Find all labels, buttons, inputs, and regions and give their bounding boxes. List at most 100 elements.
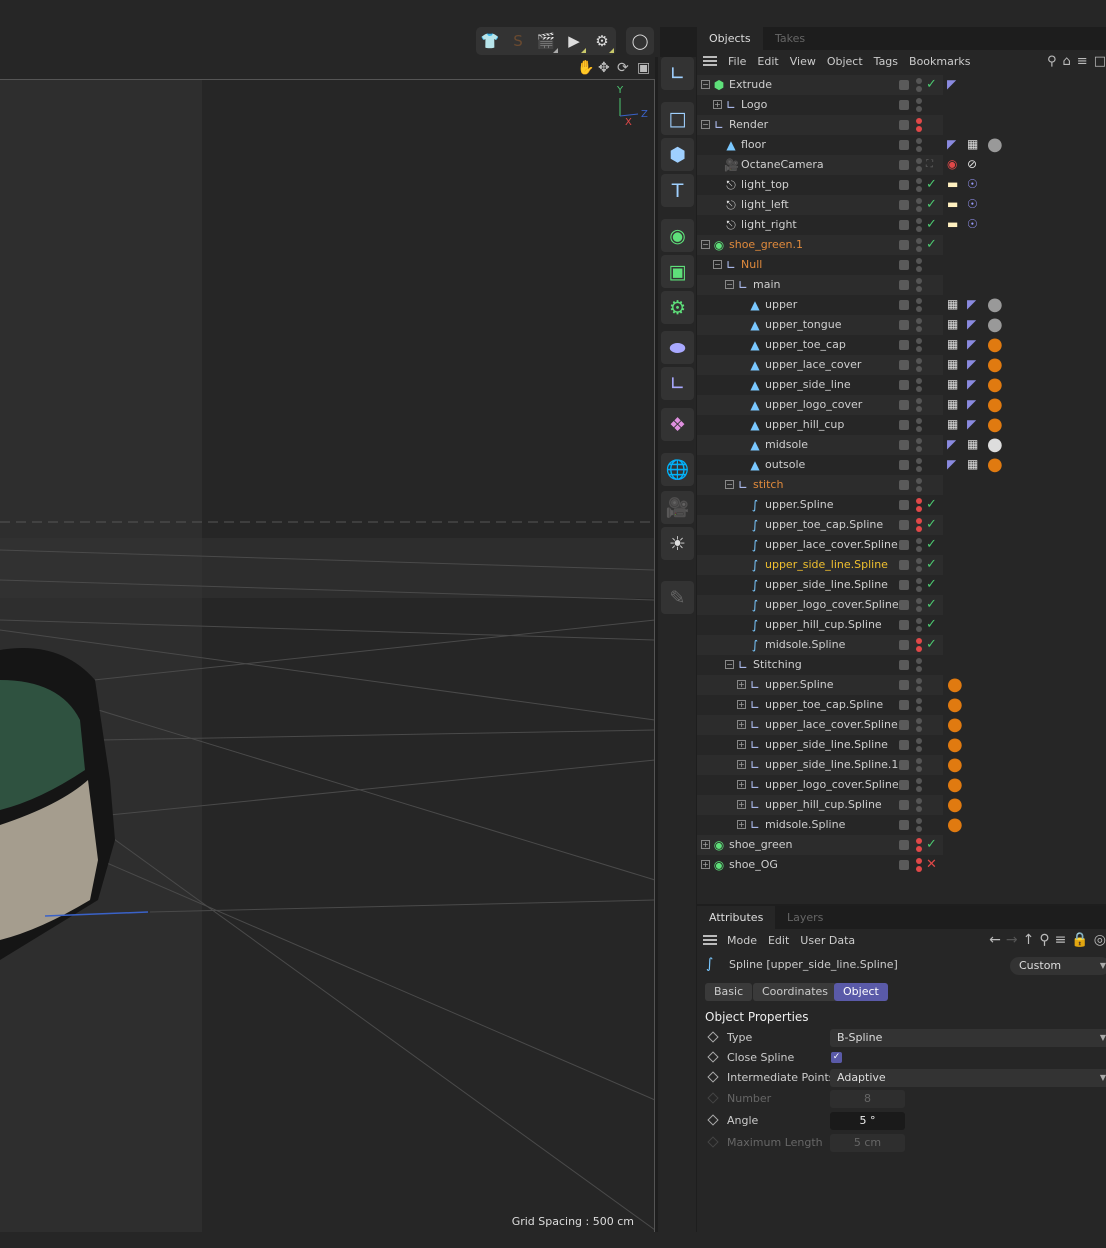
material-orange-icon[interactable]: ● [947,816,963,834]
object-row[interactable]: ▲ midsole ◤ ▦ ● [697,435,1106,455]
layer-edit-icon[interactable] [899,360,909,370]
layer-edit-icon[interactable] [899,200,909,210]
object-row[interactable]: ▲ upper_logo_cover ▦ ◤ ● [697,395,1106,415]
layer-edit-icon[interactable] [899,780,909,790]
editor-visibility-dot[interactable] [916,738,922,744]
material-gray-icon[interactable]: ● [987,316,1003,334]
object-row[interactable]: ∫ upper_toe_cap.Spline ✓ [697,515,1106,535]
render-visibility-dot[interactable] [916,426,922,432]
light-tag-icon[interactable]: ▬ [947,177,962,192]
layer-edit-icon[interactable] [899,600,909,610]
phong-tag-icon[interactable]: ◤ [967,297,982,312]
layer-edit-icon[interactable] [899,340,909,350]
render-visibility-dot[interactable] [916,166,922,172]
render-visibility-dot[interactable] [916,786,922,792]
collapse-icon[interactable]: − [701,80,710,89]
camera-tag-icon[interactable]: ◉ [947,157,962,172]
expand-icon[interactable]: + [737,800,746,809]
object-row[interactable]: ▲ upper_lace_cover ▦ ◤ ● [697,355,1106,375]
collapse-icon[interactable]: − [725,480,734,489]
layer-edit-icon[interactable] [899,420,909,430]
render-visibility-dot[interactable] [916,486,922,492]
enabled-check-icon[interactable]: ✓ [926,176,937,194]
menu-file[interactable]: File [728,55,746,68]
maximize-icon[interactable]: ▣ [637,60,650,76]
editor-visibility-dot[interactable] [916,318,922,324]
phong-tag-icon[interactable]: ◤ [967,357,982,372]
material-gray-icon[interactable]: ● [987,136,1003,154]
render-visibility-dot[interactable] [916,386,922,392]
editor-visibility-dot[interactable] [916,758,922,764]
object-row[interactable]: ▲ upper_hill_cup ▦ ◤ ● [697,415,1106,435]
layer-edit-icon[interactable] [899,840,909,850]
object-row[interactable]: 🎥 OctaneCamera ⛶ ◉ ⊘ [697,155,1106,175]
expand-icon[interactable]: + [737,760,746,769]
material-gray-icon[interactable]: ● [987,296,1003,314]
tab-objects[interactable]: Objects [697,27,763,50]
collapse-icon[interactable]: − [725,280,734,289]
hamburger-menu-icon[interactable] [703,56,717,66]
render-visibility-dot[interactable] [916,446,922,452]
render-visibility-dot[interactable] [916,246,922,252]
object-row[interactable]: ∫ upper_hill_cup.Spline ✓ [697,615,1106,635]
max-length-field[interactable]: 5 cm [830,1134,905,1152]
search-icon[interactable]: ⚲ [1047,54,1057,69]
editor-visibility-dot[interactable] [916,678,922,684]
object-row[interactable]: ⎋ light_right ✓ ▬ ☉ [697,215,1106,235]
expand-icon[interactable]: + [713,100,722,109]
editor-visibility-dot[interactable] [916,798,922,804]
render-visibility-dot[interactable] [916,566,922,572]
editor-visibility-dot[interactable] [916,418,922,424]
object-row[interactable]: ∫ upper_side_line.Spline ✓ [697,555,1106,575]
render-visibility-dot[interactable] [916,706,922,712]
cube-icon[interactable]: ⬢ [661,138,694,171]
render-visibility-dot[interactable] [916,146,922,152]
render-picture-viewer-icon[interactable]: ▶ [560,27,588,55]
object-row[interactable]: ∫ upper_side_line.Spline ✓ [697,575,1106,595]
render-visibility-dot[interactable] [916,466,922,472]
camera-icon[interactable]: 🎥 [661,491,694,524]
editor-visibility-dot[interactable] [916,538,922,544]
editor-visibility-dot[interactable] [916,438,922,444]
material-orange-icon[interactable]: ● [947,756,963,774]
layer-edit-icon[interactable] [899,700,909,710]
render-visibility-dot[interactable] [916,366,922,372]
3d-viewport[interactable]: Y Z X Grid Spacing : 500 cm [0,80,655,1232]
editor-visibility-dot[interactable] [916,178,922,184]
checker-tag-icon[interactable]: ▦ [947,317,962,332]
enabled-check-icon[interactable]: ✓ [926,596,937,614]
forward-arrow-icon[interactable]: → [1006,932,1018,948]
shirt-icon[interactable]: 👕 [476,27,504,55]
editor-visibility-dot[interactable] [916,278,922,284]
object-row[interactable]: + ∟ upper_lace_cover.Spline ● [697,715,1106,735]
editor-visibility-dot[interactable] [916,258,922,264]
layer-edit-icon[interactable] [899,460,909,470]
layer-edit-icon[interactable] [899,620,909,630]
render-settings-icon[interactable]: ⚙ [588,27,616,55]
render-visibility-dot[interactable] [916,126,922,132]
editor-visibility-dot[interactable] [916,458,922,464]
layer-edit-icon[interactable] [899,540,909,550]
home-icon[interactable]: ⌂ [1063,54,1071,69]
layer-edit-icon[interactable] [899,720,909,730]
render-visibility-dot[interactable] [916,606,922,612]
editor-visibility-dot[interactable] [916,78,922,84]
enabled-check-icon[interactable]: ✓ [926,496,937,514]
checker-tag-icon[interactable]: ▦ [947,297,962,312]
editor-visibility-dot[interactable] [916,618,922,624]
rotate-icon[interactable]: ⟳ [617,60,629,76]
object-row[interactable]: ∫ upper.Spline ✓ [697,495,1106,515]
target-tag-icon[interactable]: ☉ [967,177,982,192]
checker-tag-icon[interactable]: ▦ [967,457,982,472]
hamburger-menu-icon[interactable] [703,935,717,945]
collapse-icon[interactable]: − [701,240,710,249]
null-object-icon[interactable]: ∟ [661,57,694,90]
object-row[interactable]: + ∟ upper.Spline ● [697,675,1106,695]
phong-tag-icon[interactable]: ◤ [967,377,982,392]
render-visibility-dot[interactable] [916,346,922,352]
keyframe-diamond-icon[interactable] [707,1031,719,1043]
render-visibility-dot[interactable] [916,546,922,552]
editor-visibility-dot[interactable] [916,698,922,704]
keyframe-diamond-icon[interactable] [707,1071,719,1083]
filter-icon[interactable]: ≡ [1077,54,1088,69]
